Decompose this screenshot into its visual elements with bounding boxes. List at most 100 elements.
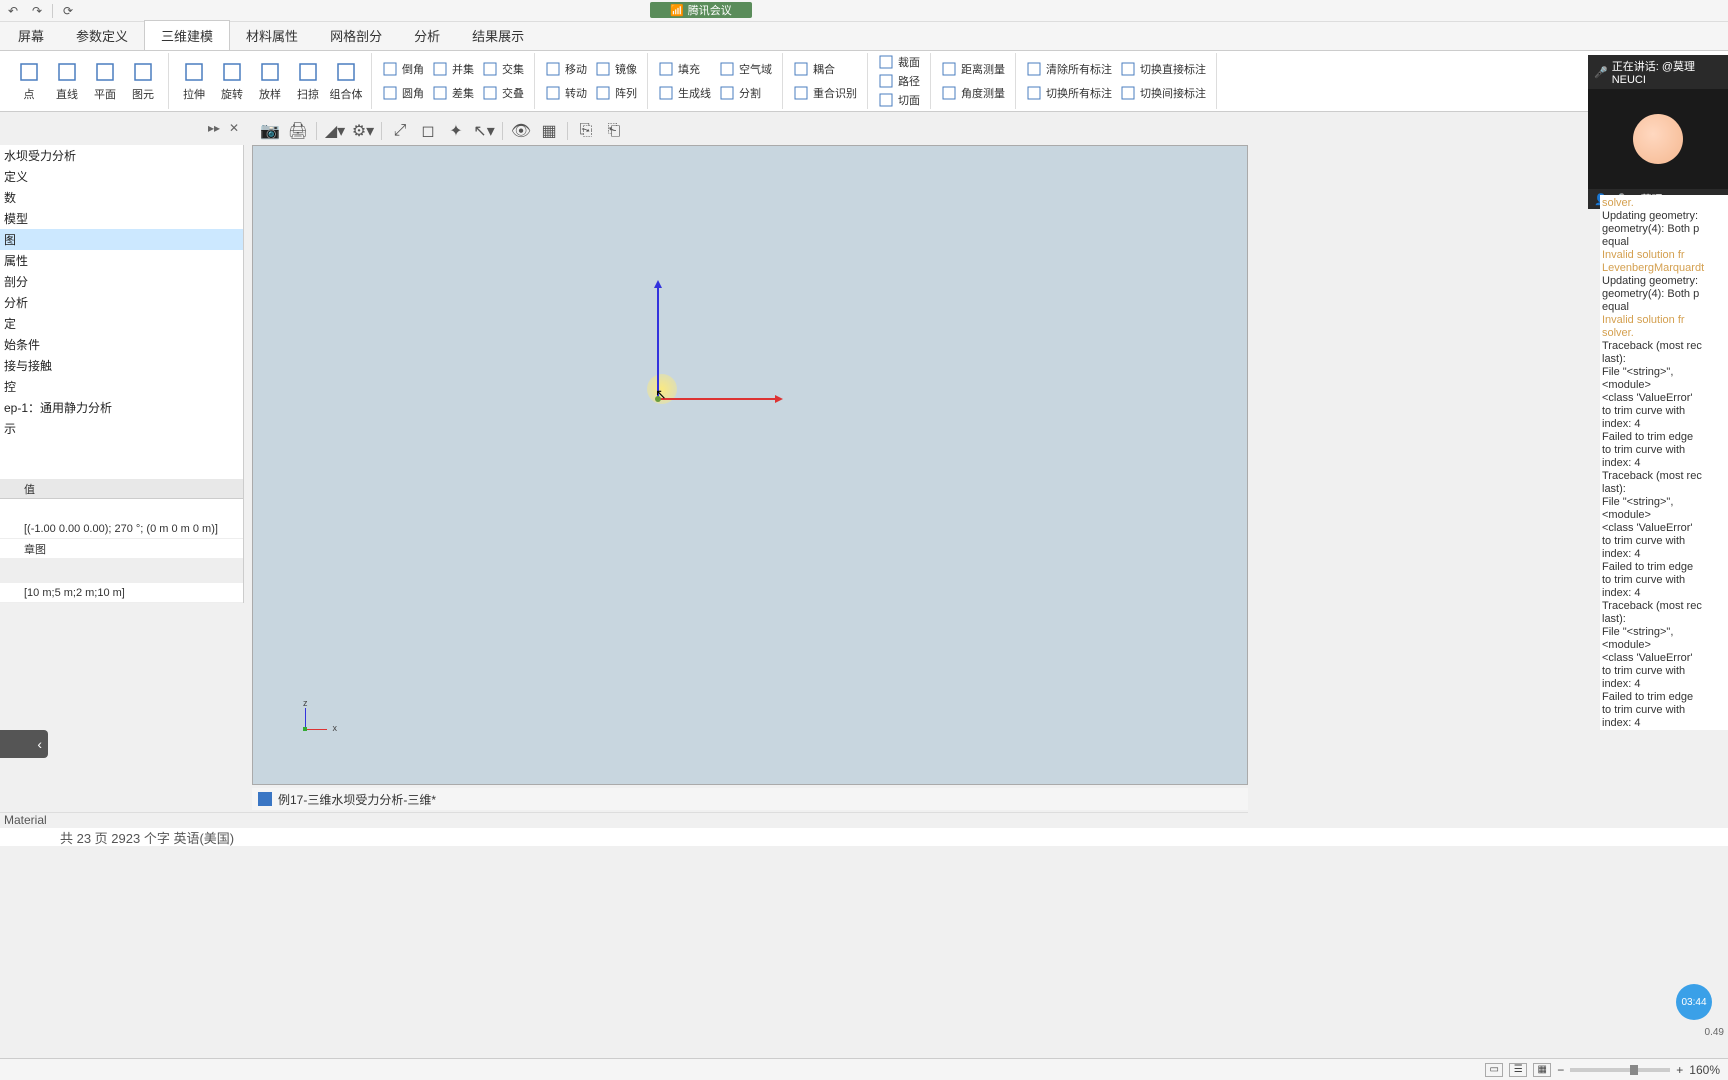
ribbon-small-button[interactable]: 距离测量 <box>937 58 1009 80</box>
ribbon-tab[interactable]: 结果展示 <box>456 21 540 50</box>
ribbon-small-button[interactable]: 耦合 <box>789 58 861 80</box>
sidebar-collapse-icon[interactable]: ▸▸ <box>206 120 222 136</box>
tree-item[interactable]: 始条件 <box>0 334 243 355</box>
ribbon-tab[interactable]: 材料属性 <box>230 21 314 50</box>
ribbon-small-button[interactable]: 并集 <box>428 58 478 80</box>
zoom-slider[interactable] <box>1570 1068 1670 1072</box>
tree-item[interactable]: 接与接触 <box>0 355 243 376</box>
zoom-out-icon[interactable]: − <box>1557 1063 1564 1077</box>
model-tree[interactable]: 水坝受力分析定义数模型图属性剖分分析定始条件接与接触控ep-1：通用静力分析示 <box>0 145 243 439</box>
3d-viewport[interactable]: ↖ <box>252 145 1248 785</box>
redo-icon[interactable]: ↷ <box>28 2 46 20</box>
sidebar-close-icon[interactable]: ✕ <box>226 120 242 136</box>
tree-item[interactable]: 图 <box>0 229 243 250</box>
tree-item[interactable]: 水坝受力分析 <box>0 145 243 166</box>
prop-value: [(-1.00 0.00 0.00); 270 °; (0 m 0 m 0 m)… <box>20 523 243 535</box>
ribbon-small-button[interactable]: 裁面 <box>874 53 924 70</box>
ribbon-small-label: 分割 <box>739 85 761 101</box>
render-mode-icon[interactable]: ▦ <box>537 120 561 142</box>
view-mode-3-icon[interactable]: ▦ <box>1533 1063 1551 1077</box>
sidebar-collapse-button[interactable]: ‹ <box>0 730 48 758</box>
ribbon-button[interactable]: 拉伸 <box>175 53 213 109</box>
ribbon-small-button[interactable]: 切换直接标注 <box>1116 58 1210 80</box>
ribbon-small-button[interactable]: 空气域 <box>715 58 776 80</box>
ribbon-small-button[interactable]: 清除所有标注 <box>1022 58 1116 80</box>
zoom-percent[interactable]: 160% <box>1689 1063 1720 1077</box>
tree-item[interactable]: 数 <box>0 187 243 208</box>
visibility-icon[interactable]: 👁 <box>509 120 533 142</box>
ribbon-button[interactable]: 点 <box>10 53 48 109</box>
view-mode-2-icon[interactable]: ☰ <box>1509 1063 1527 1077</box>
ribbon-small-button[interactable]: 切换间接标注 <box>1116 82 1210 104</box>
ribbon-tab[interactable]: 三维建模 <box>144 20 230 50</box>
undo-icon[interactable]: ↶ <box>4 2 22 20</box>
ribbon-small-button[interactable]: 填充 <box>654 58 715 80</box>
copy-view-icon[interactable]: ⎘ <box>574 120 598 142</box>
property-row[interactable]: [10 m;5 m;2 m;10 m] <box>0 583 243 603</box>
ribbon-tab[interactable]: 屏幕 <box>2 21 60 50</box>
ribbon-button-label: 平面 <box>94 86 116 102</box>
ribbon-small-label: 切换间接标注 <box>1140 85 1206 101</box>
ribbon-small-button[interactable]: 圆角 <box>378 82 428 104</box>
tree-item[interactable]: 剖分 <box>0 271 243 292</box>
property-row[interactable]: 章图 <box>0 539 243 559</box>
ribbon-small-button[interactable]: 切面 <box>874 92 924 109</box>
zoom-fit-icon[interactable]: ⤢ <box>388 120 412 142</box>
ribbon-small-button[interactable]: 切换所有标注 <box>1022 82 1116 104</box>
video-meeting-overlay[interactable]: 🎤 正在讲话: @莫理NEUCI 👤 🎤 @莫理NEUCIVIL <box>1588 55 1728 209</box>
tool-icon <box>878 92 894 108</box>
ribbon-tab[interactable]: 分析 <box>398 21 456 50</box>
tree-item[interactable]: 示 <box>0 418 243 439</box>
ribbon-button[interactable]: 图元 <box>124 53 162 109</box>
zoom-select-icon[interactable]: ✦ <box>444 120 468 142</box>
tree-item[interactable]: 控 <box>0 376 243 397</box>
ribbon-button[interactable]: 直线 <box>48 53 86 109</box>
console-line: File "<string>", <box>1602 496 1726 509</box>
paste-view-icon[interactable]: ⎗ <box>602 120 626 142</box>
ribbon-small-button[interactable]: 倒角 <box>378 58 428 80</box>
view-mode-1-icon[interactable]: ▭ <box>1485 1063 1503 1077</box>
property-row[interactable]: [(-1.00 0.00 0.00); 270 °; (0 m 0 m 0 m)… <box>0 519 243 539</box>
quick-access-toolbar: ↶ ↷ ⟳ <box>0 0 1728 22</box>
ribbon-tab[interactable]: 参数定义 <box>60 21 144 50</box>
ribbon-small-button[interactable]: 分割 <box>715 82 776 104</box>
zoom-in-icon[interactable]: + <box>1676 1063 1683 1077</box>
zoom-control[interactable]: ▭ ☰ ▦ − + 160% <box>1485 1063 1720 1077</box>
select-mode-icon[interactable]: ↖▾ <box>472 120 496 142</box>
tree-item[interactable]: 属性 <box>0 250 243 271</box>
view-angle-icon[interactable]: ◢▾ <box>323 120 347 142</box>
ribbon-small-button[interactable]: 交叠 <box>478 82 528 104</box>
console-line: Failed to trim edge <box>1602 431 1726 444</box>
ribbon-small-button[interactable]: 路径 <box>874 72 924 89</box>
ribbon-button[interactable]: 旋转 <box>213 53 251 109</box>
ribbon-small-button[interactable]: 重合识别 <box>789 82 861 104</box>
screenshot-icon[interactable]: 📷 <box>258 120 282 142</box>
ribbon-small-button[interactable]: 转动 <box>541 82 591 104</box>
ribbon-tab[interactable]: 网格剖分 <box>314 21 398 50</box>
ribbon-button[interactable]: 组合体 <box>327 53 365 109</box>
tree-item[interactable]: ep-1：通用静力分析 <box>0 397 243 418</box>
tree-item[interactable]: 定义 <box>0 166 243 187</box>
console-log-panel[interactable]: solver.Updating geometry:geometry(4): Bo… <box>1600 195 1728 730</box>
ribbon-small-button[interactable]: 阵列 <box>591 82 641 104</box>
ribbon-small-button[interactable]: 移动 <box>541 58 591 80</box>
recording-timer[interactable]: 03:44 <box>1676 984 1712 1020</box>
zoom-window-icon[interactable]: ◻ <box>416 120 440 142</box>
ribbon-small-button[interactable]: 交集 <box>478 58 528 80</box>
ribbon-small-button[interactable]: 角度测量 <box>937 82 1009 104</box>
document-tab-label[interactable]: 例17-三维水坝受力分析-三维* <box>278 791 436 808</box>
ribbon-button[interactable]: 扫掠 <box>289 53 327 109</box>
ribbon-button[interactable]: 平面 <box>86 53 124 109</box>
view-settings-icon[interactable]: ⚙▾ <box>351 120 375 142</box>
tree-item[interactable]: 模型 <box>0 208 243 229</box>
ribbon-small-button[interactable]: 差集 <box>428 82 478 104</box>
tree-item[interactable]: 定 <box>0 313 243 334</box>
ribbon-button[interactable]: 放样 <box>251 53 289 109</box>
ribbon-small-button[interactable]: 镜像 <box>591 58 641 80</box>
ribbon-small-button[interactable]: 生成线 <box>654 82 715 104</box>
separator <box>567 122 568 140</box>
refresh-icon[interactable]: ⟳ <box>59 2 77 20</box>
print-icon[interactable]: 🖨 <box>286 120 310 142</box>
tree-item[interactable]: 分析 <box>0 292 243 313</box>
participant-video[interactable] <box>1588 89 1728 189</box>
